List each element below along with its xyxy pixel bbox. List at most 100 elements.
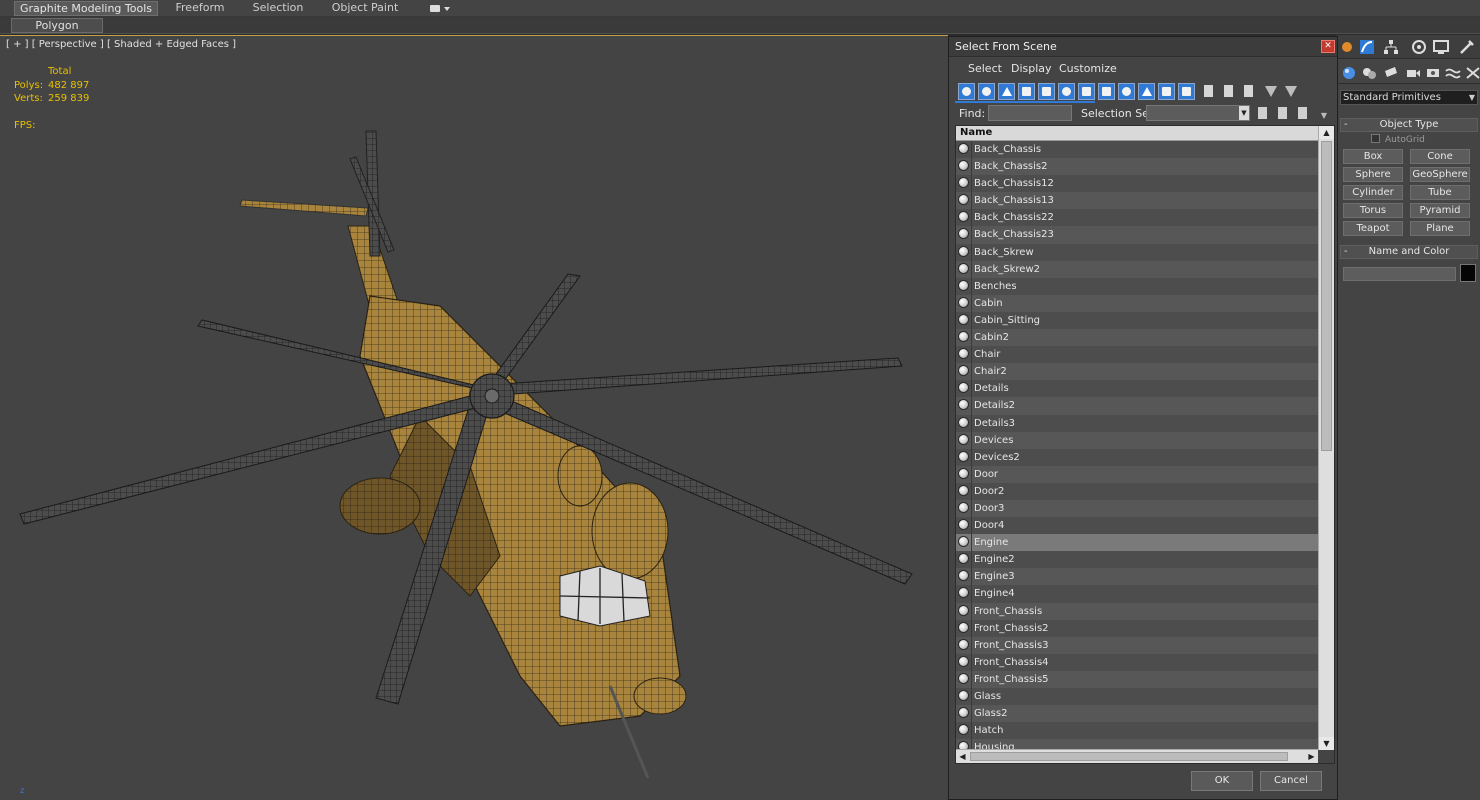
list-item[interactable]: Back_Chassis23 — [956, 226, 1318, 244]
frozen-filter-icon[interactable] — [1158, 83, 1175, 100]
list-item[interactable]: Front_Chassis3 — [956, 636, 1318, 654]
menu-select[interactable]: Select — [968, 62, 1002, 75]
sphere-button[interactable]: Sphere — [1343, 167, 1403, 182]
modify-tab-icon[interactable] — [1359, 39, 1375, 55]
list-item[interactable]: Door3 — [956, 499, 1318, 518]
create-tab-icon[interactable] — [1339, 39, 1355, 55]
polygon-modeling-panel[interactable]: Polygon Modeling — [11, 18, 103, 46]
tab-object-paint[interactable]: Object Paint — [326, 1, 404, 16]
toolbar-overflow-icon[interactable]: ▼ — [1321, 111, 1327, 120]
find-input[interactable] — [988, 105, 1072, 121]
ok-button[interactable]: OK — [1191, 771, 1253, 791]
name-and-color-rollout[interactable]: - Name and Color — [1340, 245, 1478, 259]
list-item[interactable]: Engine2 — [956, 551, 1318, 569]
plane-button[interactable]: Plane — [1410, 221, 1470, 236]
geosphere-button[interactable]: GeoSphere — [1410, 167, 1470, 182]
cylinder-button[interactable]: Cylinder — [1343, 185, 1403, 200]
select-none-icon[interactable] — [1220, 83, 1237, 100]
helpers-filter-icon[interactable] — [1038, 83, 1055, 100]
perspective-viewport[interactable]: [ + ] [ Perspective ] [ Shaded + Edged F… — [0, 35, 948, 800]
lights-filter-icon[interactable] — [998, 83, 1015, 100]
cameras-filter-icon[interactable] — [1018, 83, 1035, 100]
list-item[interactable]: Devices — [956, 431, 1318, 449]
tab-selection[interactable]: Selection — [246, 1, 310, 16]
list-item[interactable]: Back_Skrew — [956, 243, 1318, 261]
primitive-category-dropdown[interactable]: Standard Primitives ▼ — [1340, 90, 1478, 105]
list-item[interactable]: Details3 — [956, 414, 1318, 432]
teapot-button[interactable]: Teapot — [1343, 221, 1403, 236]
checkbox-box[interactable] — [1371, 134, 1380, 143]
list-item[interactable]: Engine — [956, 534, 1318, 552]
viewport-label-menu[interactable]: [ + ] [ Perspective ] [ Shaded + Edged F… — [6, 39, 236, 50]
select-all-icon[interactable] — [1200, 83, 1217, 100]
cameras-category-icon[interactable] — [1405, 65, 1421, 81]
hierarchy-tab-icon[interactable] — [1383, 39, 1399, 55]
remove-selection-set-icon[interactable] — [1276, 106, 1290, 121]
list-item[interactable]: Back_Chassis22 — [956, 209, 1318, 227]
list-item[interactable]: Back_Skrew2 — [956, 260, 1318, 278]
containers-filter-icon[interactable] — [1138, 83, 1155, 100]
list-item[interactable]: Door — [956, 465, 1318, 483]
list-item[interactable]: Front_Chassis2 — [956, 619, 1318, 637]
scrollbar-thumb[interactable] — [1321, 141, 1332, 451]
shapes-category-icon[interactable] — [1361, 65, 1377, 81]
list-item[interactable]: Details — [956, 380, 1318, 398]
list-item[interactable]: Back_Chassis2 — [956, 158, 1318, 176]
tab-freeform[interactable]: Freeform — [166, 1, 234, 16]
ribbon-options-icon[interactable] — [428, 2, 452, 15]
close-icon[interactable]: ✕ — [1321, 40, 1335, 53]
scroll-left-icon[interactable]: ◀ — [956, 750, 969, 763]
vertical-scrollbar[interactable]: ▲ ▼ — [1318, 126, 1334, 750]
list-item[interactable]: Cabin — [956, 294, 1318, 312]
geometry-filter-icon[interactable] — [958, 83, 975, 100]
hidden-filter-icon[interactable] — [1178, 83, 1195, 100]
list-item[interactable]: Glass2 — [956, 705, 1318, 723]
list-item[interactable]: Front_Chassis — [956, 602, 1318, 620]
selection-set-dropdown[interactable]: ▼ — [1146, 105, 1250, 121]
groups-filter-icon[interactable] — [1078, 83, 1095, 100]
helpers-category-icon[interactable] — [1425, 65, 1441, 81]
name-column-header[interactable]: Name — [956, 126, 1318, 141]
h-scrollbar-thumb[interactable] — [970, 752, 1288, 761]
tube-button[interactable]: Tube — [1410, 185, 1470, 200]
list-item[interactable]: Cabin_Sitting — [956, 311, 1318, 330]
edit-selection-set-icon[interactable] — [1296, 106, 1310, 121]
scroll-right-icon[interactable]: ▶ — [1305, 750, 1318, 763]
pyramid-button[interactable]: Pyramid — [1410, 203, 1470, 218]
list-item[interactable]: Chair2 — [956, 363, 1318, 381]
create-selection-set-icon[interactable] — [1256, 106, 1270, 121]
list-item[interactable]: Door2 — [956, 482, 1318, 500]
chevron-down-icon[interactable]: ▼ — [1239, 106, 1249, 120]
bones-filter-icon[interactable] — [1118, 83, 1135, 100]
box-button[interactable]: Box — [1343, 149, 1403, 164]
scroll-down-icon[interactable]: ▼ — [1319, 737, 1334, 750]
filter-options-icon[interactable] — [1283, 83, 1300, 100]
list-item[interactable]: Back_Chassis13 — [956, 192, 1318, 210]
list-item[interactable]: Benches — [956, 277, 1318, 295]
scroll-up-icon[interactable]: ▲ — [1319, 126, 1334, 139]
list-item[interactable]: Cabin2 — [956, 329, 1318, 347]
list-item[interactable]: Hatch — [956, 722, 1318, 740]
systems-category-icon[interactable] — [1465, 65, 1480, 81]
list-item[interactable]: Front_Chassis4 — [956, 653, 1318, 671]
utilities-tab-icon[interactable] — [1459, 39, 1475, 55]
tab-graphite-modeling-tools[interactable]: Graphite Modeling Tools — [14, 1, 158, 16]
torus-button[interactable]: Torus — [1343, 203, 1403, 218]
list-item[interactable]: Chair — [956, 346, 1318, 364]
list-item[interactable]: Door4 — [956, 517, 1318, 535]
menu-display[interactable]: Display — [1011, 62, 1052, 75]
list-item[interactable]: Engine4 — [956, 585, 1318, 603]
list-item[interactable]: Devices2 — [956, 448, 1318, 466]
list-item[interactable]: Details2 — [956, 397, 1318, 415]
display-tab-icon[interactable] — [1433, 39, 1449, 55]
spacewarps-category-icon[interactable] — [1445, 65, 1461, 81]
horizontal-scrollbar[interactable]: ◀ ▶ — [956, 749, 1318, 763]
filter-icon[interactable] — [1263, 83, 1280, 100]
list-item[interactable]: Back_Chassis — [956, 141, 1318, 159]
cancel-button[interactable]: Cancel — [1260, 771, 1322, 791]
geometry-category-icon[interactable] — [1341, 65, 1357, 81]
lights-category-icon[interactable] — [1383, 65, 1399, 81]
autogrid-checkbox[interactable]: AutoGrid — [1371, 134, 1425, 145]
select-invert-icon[interactable] — [1240, 83, 1257, 100]
list-item[interactable]: Engine3 — [956, 568, 1318, 586]
